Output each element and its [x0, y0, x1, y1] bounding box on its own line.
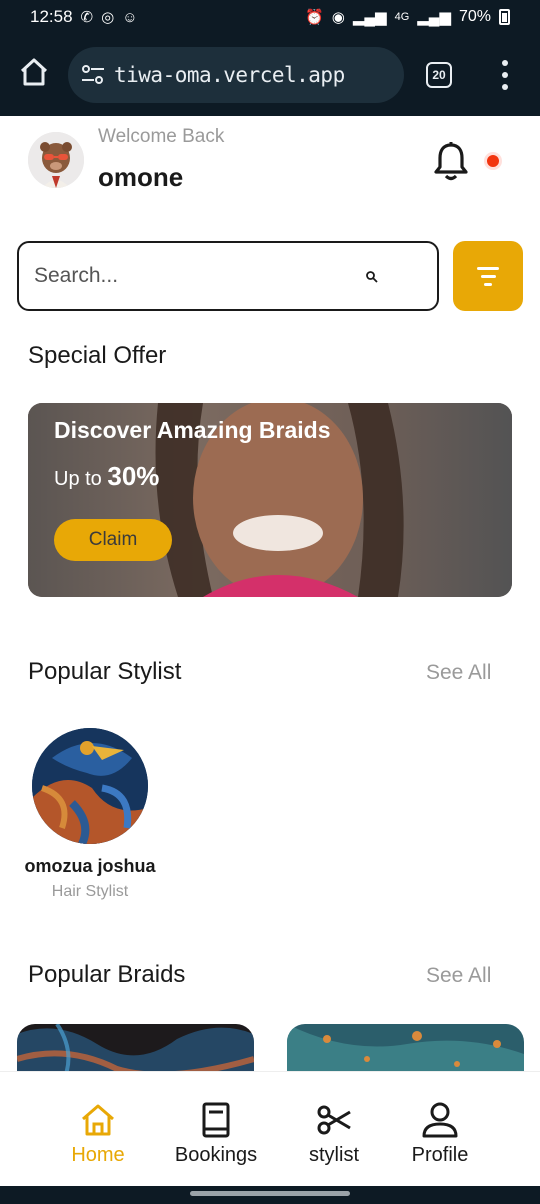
- home-icon: [82, 1104, 114, 1136]
- tab-count: 20: [432, 68, 446, 82]
- bell-icon[interactable]: [432, 140, 470, 182]
- battery-percent: 70%: [458, 8, 491, 25]
- hotspot-icon: ◉: [331, 8, 345, 26]
- offer-banner[interactable]: Discover Amazing Braids Up to 30% Claim: [28, 403, 512, 597]
- nav-bookings-label: Bookings: [174, 1144, 258, 1166]
- search-input[interactable]: [34, 264, 354, 288]
- popular-braids-title: Popular Braids: [28, 961, 186, 988]
- welcome-text: Welcome Back: [98, 126, 225, 147]
- search-icon[interactable]: [365, 270, 379, 284]
- stylist-see-all-link[interactable]: See All: [426, 661, 491, 685]
- nav-home-label: Home: [71, 1144, 125, 1166]
- book-icon: [202, 1102, 230, 1138]
- offer-title: Discover Amazing Braids: [54, 417, 331, 443]
- system-nav-bar: [0, 1186, 540, 1204]
- offer-prefix: Up to: [54, 468, 102, 490]
- filter-button[interactable]: [453, 241, 523, 311]
- stylist-role: Hair Stylist: [51, 883, 129, 900]
- address-bar[interactable]: tiwa-oma.vercel.app: [68, 47, 404, 103]
- braids-see-all-link[interactable]: See All: [426, 964, 491, 988]
- scissors-icon: [317, 1105, 351, 1135]
- status-bar: 12:58 ✆ ◎ ☺ ⏰ ◉ ▂▄▆ 4G ▂▄▆ 70%: [0, 0, 540, 34]
- offer-subtitle: Up to 30%: [54, 461, 159, 492]
- site-settings-icon[interactable]: [80, 62, 106, 88]
- stylist-avatar: [32, 728, 148, 844]
- nav-stylist-label: stylist: [309, 1144, 359, 1166]
- nav-bookings[interactable]: Bookings: [161, 1100, 271, 1167]
- person-icon: [422, 1102, 458, 1138]
- signal-icon: ▂▄▆: [352, 8, 387, 26]
- notification-dot: [484, 152, 502, 170]
- browser-menu-icon[interactable]: [498, 60, 512, 90]
- signal-icon-2: ▂▄▆: [417, 8, 451, 26]
- filter-icon: [477, 266, 499, 270]
- search-box: [17, 241, 439, 311]
- offer-discount: 30%: [107, 461, 160, 491]
- avatar[interactable]: [28, 132, 84, 188]
- network-type: 4G: [394, 11, 410, 23]
- missed-call-icon: ✆: [80, 8, 94, 26]
- bottom-nav: Home Bookings stylist Profile: [0, 1071, 540, 1186]
- status-time: 12:58: [30, 7, 73, 26]
- battery-icon: [499, 9, 510, 25]
- nav-profile[interactable]: Profile: [385, 1100, 495, 1167]
- nav-profile-label: Profile: [411, 1144, 469, 1166]
- popular-stylist-title: Popular Stylist: [28, 658, 182, 685]
- browser-home-icon[interactable]: [18, 56, 50, 88]
- app-content: Welcome Back omone Special Offer: [0, 116, 540, 1186]
- nav-home[interactable]: Home: [43, 1100, 153, 1167]
- alarm-icon: ⏰: [305, 8, 324, 26]
- browser-toolbar: tiwa-oma.vercel.app 20: [0, 34, 540, 116]
- whatsapp-icon: ◎: [101, 8, 115, 26]
- nav-stylist[interactable]: stylist: [279, 1100, 389, 1167]
- tab-switcher-button[interactable]: 20: [426, 62, 452, 88]
- url-text: tiwa-oma.vercel.app: [114, 63, 345, 87]
- gesture-handle[interactable]: [190, 1191, 350, 1196]
- username: omone: [98, 162, 184, 192]
- special-offer-title: Special Offer: [28, 342, 167, 369]
- claim-button[interactable]: Claim: [54, 519, 172, 561]
- stylist-card[interactable]: omozua joshua Hair Stylist: [20, 728, 160, 901]
- stylist-name: omozua joshua: [24, 856, 156, 876]
- snapchat-icon: ☺: [122, 8, 138, 26]
